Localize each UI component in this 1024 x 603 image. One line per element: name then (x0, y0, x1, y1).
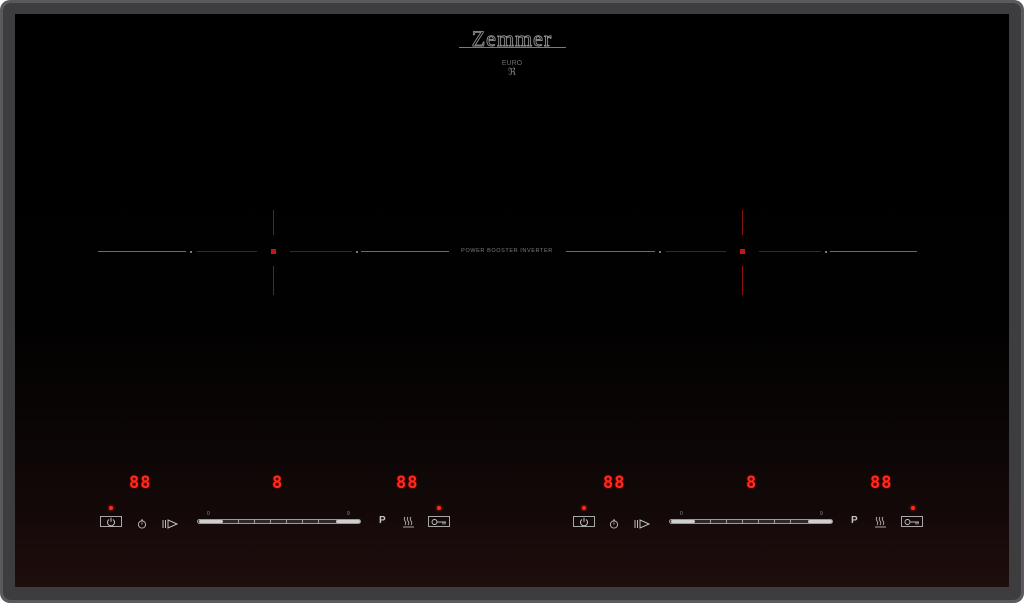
lock-led (911, 506, 915, 510)
slider-tick (774, 520, 775, 524)
zone-vline (273, 266, 274, 295)
zone-line-red (759, 251, 821, 252)
zone-center-left (271, 249, 276, 254)
zone-line (98, 251, 186, 252)
slider-min-label: 0 (207, 511, 210, 517)
timer-display-left: 88 (603, 473, 626, 493)
slider-fill (199, 520, 223, 523)
timer-display-left: 88 (129, 473, 152, 493)
zone-line (830, 251, 917, 252)
slider-tick (238, 520, 239, 524)
keep-warm-icon (875, 516, 886, 528)
power-display: 8 (272, 473, 284, 493)
zone-dot (825, 251, 827, 253)
zone-vline (742, 266, 743, 295)
brand-sub: EURO (501, 60, 523, 67)
timer-icon (137, 519, 147, 529)
power-slider[interactable] (669, 519, 833, 524)
booster-icon (162, 519, 179, 529)
power-icon (580, 517, 588, 526)
pause-button[interactable]: P (851, 515, 858, 526)
slider-tick (254, 520, 255, 524)
zone-center-right (740, 249, 745, 254)
zone-line-red (666, 251, 726, 252)
booster-icon (634, 519, 651, 529)
pause-button[interactable]: P (379, 515, 386, 526)
brand-mark-icon: ℜ (507, 67, 517, 78)
slider-tick (742, 520, 743, 524)
slider-tick (302, 520, 303, 524)
booster-button[interactable] (162, 516, 179, 534)
lock-icon (431, 518, 446, 525)
slider-tick (758, 520, 759, 524)
zone-line-red (290, 251, 352, 252)
timer-display-right: 88 (870, 473, 893, 493)
brand-logo: Zemmer (471, 26, 553, 52)
slider-tick (270, 520, 271, 524)
power-button[interactable] (573, 516, 595, 527)
slider-max-label: 9 (820, 511, 823, 517)
power-slider[interactable] (197, 519, 361, 524)
lock-led (437, 506, 441, 510)
power-display: 8 (746, 473, 758, 493)
slider-min-label: 0 (680, 511, 683, 517)
slider-tick (790, 520, 791, 524)
slider-tick (710, 520, 711, 524)
slider-tick (286, 520, 287, 524)
slider-tick (726, 520, 727, 524)
power-button[interactable] (100, 516, 122, 527)
slider-fill (671, 520, 695, 523)
slider-fill (808, 520, 832, 523)
power-icon (107, 517, 115, 526)
slider-tick (318, 520, 319, 524)
booster-label: POWER BOOSTER INVERTER (461, 248, 553, 254)
zone-line (361, 251, 449, 252)
zone-line (566, 251, 655, 252)
zone-vline (742, 210, 743, 235)
zone-dot (659, 251, 661, 253)
lock-button[interactable] (428, 516, 450, 527)
brand-underline (459, 47, 566, 48)
lock-icon (904, 518, 919, 525)
keep-warm-button[interactable] (402, 515, 416, 533)
slider-max-label: 9 (347, 511, 350, 517)
timer-button[interactable] (609, 516, 619, 534)
slider-fill (336, 520, 360, 523)
timer-display-right: 88 (396, 473, 419, 493)
zone-line-red (197, 251, 257, 252)
keep-warm-button[interactable] (874, 515, 888, 533)
power-led (109, 506, 113, 510)
lock-button[interactable] (901, 516, 923, 527)
timer-icon (609, 519, 619, 529)
keep-warm-icon (403, 516, 414, 528)
timer-button[interactable] (137, 516, 147, 534)
glass-surface (15, 14, 1009, 587)
zone-dot (356, 251, 358, 253)
zone-vline (273, 210, 274, 235)
power-led (582, 506, 586, 510)
booster-button[interactable] (634, 516, 651, 534)
zone-dot (190, 251, 192, 253)
